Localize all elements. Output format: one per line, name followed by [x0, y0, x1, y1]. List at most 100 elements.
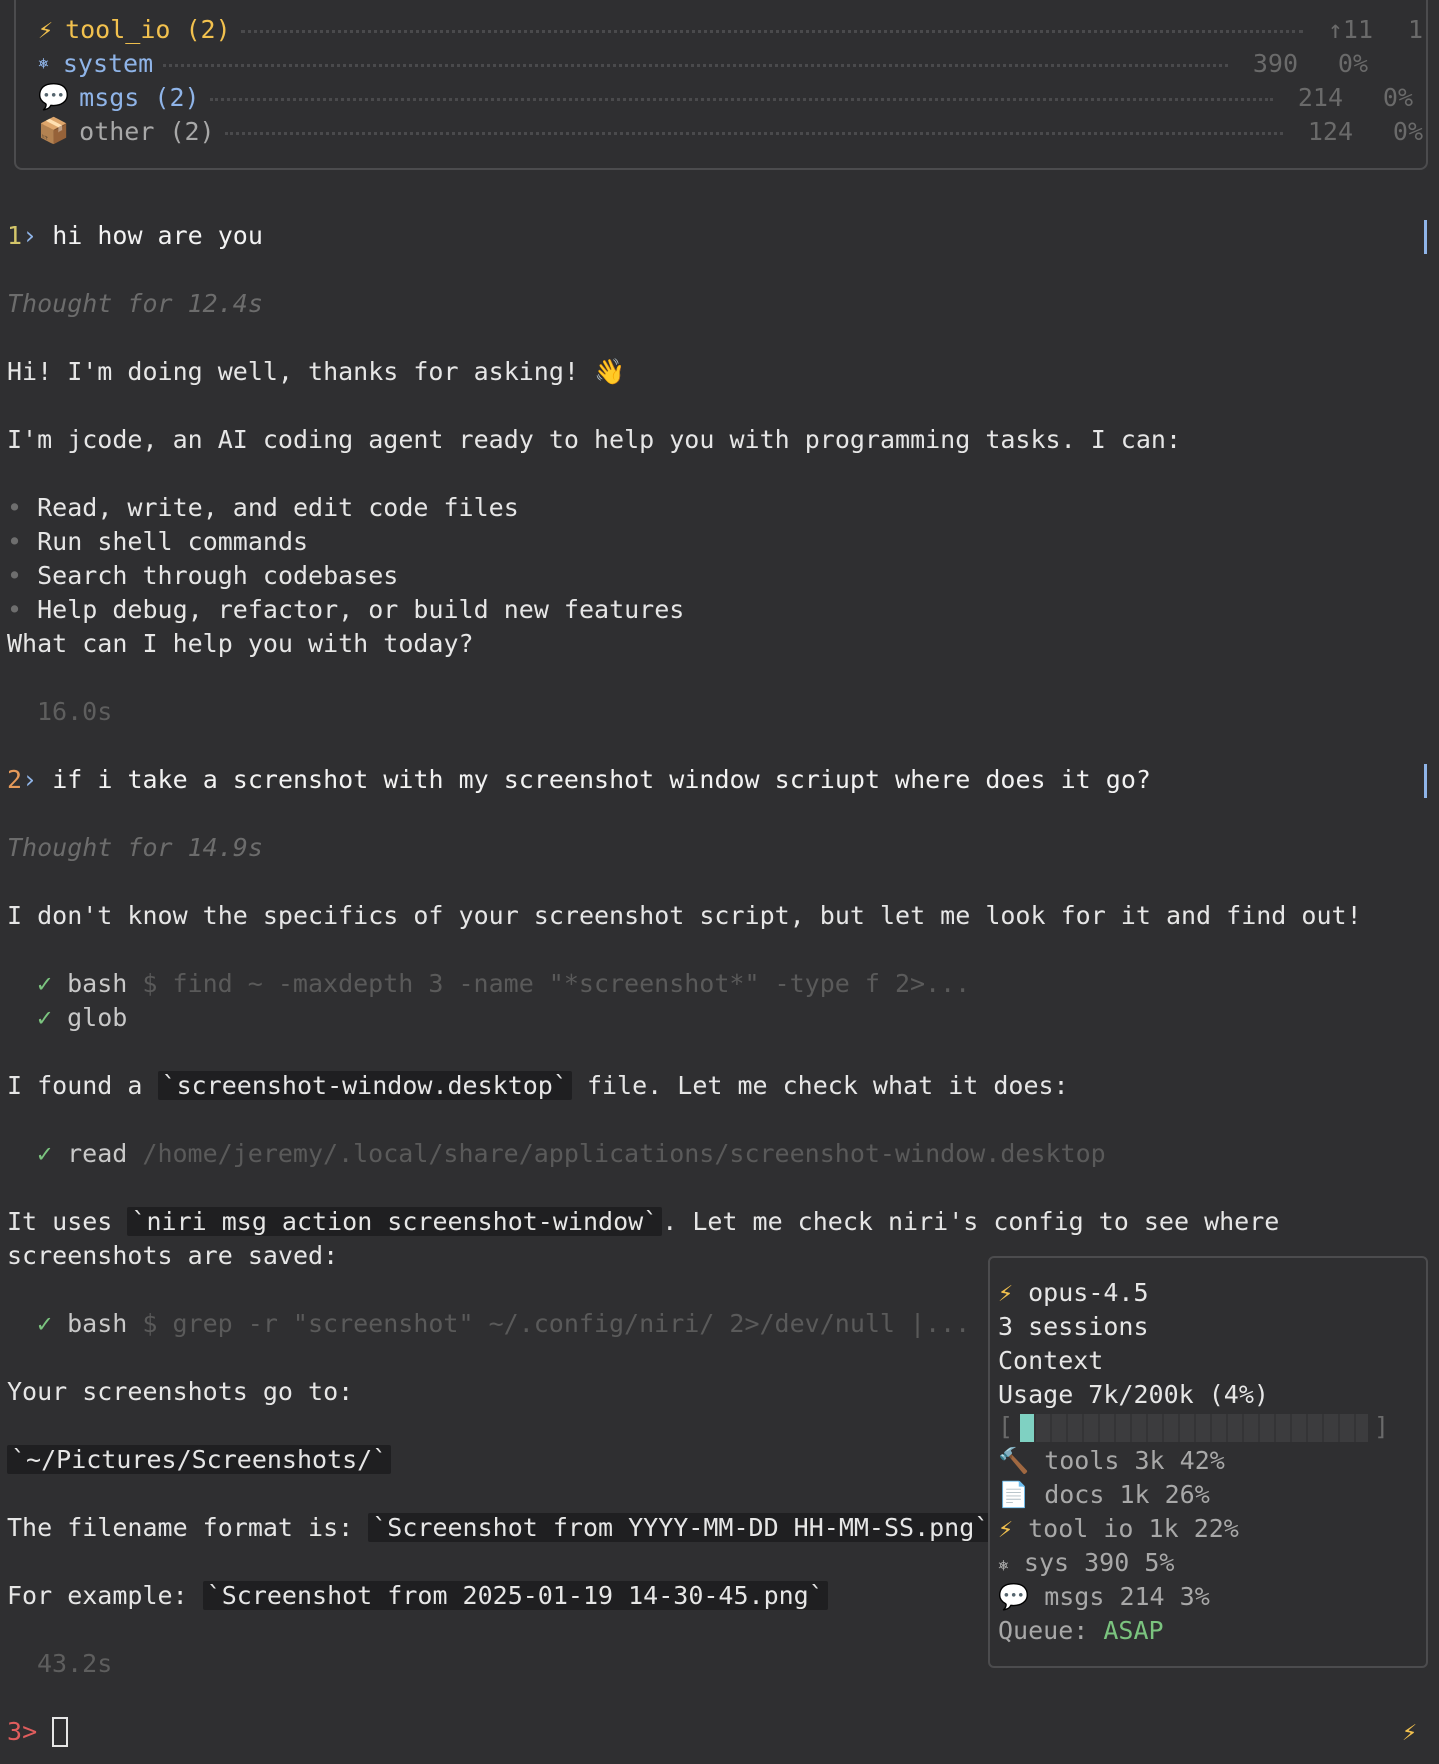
assistant-greeting: Hi! I'm doing well, thanks for asking! 👋 [7, 357, 626, 386]
dotted-leader [224, 131, 1283, 135]
turn-number: 2 [7, 765, 23, 794]
queue-value: ASAP [1103, 1616, 1164, 1645]
tool-call-bash[interactable]: ✓ bash $ find ~ -maxdepth 3 -name "*scre… [37, 967, 970, 1001]
text: For example: [7, 1581, 203, 1610]
text: file. Let me check what it does: [571, 1071, 1069, 1100]
list-item-text: Run shell commands [37, 527, 309, 556]
bullet-icon: • [7, 595, 23, 624]
assistant-reply: I don't know the specifics of your scree… [7, 901, 1362, 930]
model-name: ⚡ opus-4.5 [998, 1276, 1149, 1310]
list-item: • Help debug, refactor, or build new fea… [7, 593, 684, 627]
bar-close-bracket: ] [1374, 1412, 1390, 1441]
text: It uses [7, 1207, 128, 1236]
context-row-value: 214 [1297, 82, 1343, 112]
assistant-reply: For example: `Screenshot from 2025-01-19… [7, 1579, 828, 1613]
user-prompt-1: 1› hi how are you [7, 219, 263, 253]
package-icon: 📦 [38, 116, 70, 145]
tool-call-glob[interactable]: ✓ glob [37, 1001, 127, 1035]
breakdown-tools: 🔨 tools 3k 42% [998, 1444, 1225, 1478]
input-prompt[interactable]: 3> [7, 1715, 52, 1749]
context-row-percent: 0% [1337, 48, 1368, 78]
assistant-question: What can I help you with today? [7, 629, 474, 658]
list-item: • Search through codebases [7, 559, 398, 593]
context-row-value: ↑11 [1327, 14, 1373, 44]
text-cursor[interactable] [52, 1717, 68, 1747]
dotted-leader [240, 29, 1303, 33]
bar-fill [1020, 1414, 1034, 1442]
assistant-reply: I found a `screenshot-window.desktop` fi… [7, 1069, 1069, 1103]
queue-status: Queue: ASAP [998, 1614, 1164, 1648]
context-row-label: system [62, 48, 154, 78]
context-row-percent: 1 [1407, 14, 1423, 44]
bullet-icon: • [7, 493, 23, 522]
lightning-icon: ⚡ [998, 1514, 1014, 1543]
check-icon: ✓ [37, 1003, 53, 1032]
hammer-icon: 🔨 [998, 1446, 1030, 1475]
tool-call-bash[interactable]: ✓ bash $ grep -r "screenshot" ~/.config/… [37, 1307, 970, 1341]
context-row-label: msgs (2) [79, 82, 200, 112]
assistant-reply: Your screenshots go to: [7, 1377, 354, 1406]
breakdown-msgs: 💬 msgs 214 3% [998, 1580, 1210, 1614]
dotted-leader [209, 97, 1273, 101]
list-item: • Read, write, and edit code files [7, 491, 519, 525]
message-marker [1424, 764, 1427, 798]
context-row-msgs: 💬 msgs (2) 214 0% [38, 80, 1413, 114]
bullet-icon: • [7, 561, 23, 590]
lightning-icon: ⚡ [38, 14, 54, 44]
prompt-chevron-icon: › [22, 765, 38, 794]
list-item-text: Read, write, and edit code files [37, 493, 519, 522]
context-row-label: tool_io (2) [65, 14, 231, 44]
document-icon: 📄 [998, 1480, 1030, 1509]
tool-detail: $ find ~ -maxdepth 3 -name "*screenshot*… [142, 969, 971, 998]
breakdown-tool-io: ⚡ tool io 1k 22% [998, 1512, 1239, 1546]
context-row-other: 📦 other (2) 124 0% [38, 114, 1423, 148]
list-item-text: Search through codebases [37, 561, 399, 590]
prompt-chevron-icon: > [22, 1717, 38, 1746]
lightning-icon: ⚡ [998, 1278, 1014, 1307]
thought-duration: Thought for 12.4s [7, 289, 263, 318]
context-row-system: ⎈ system 390 0% [38, 46, 1368, 80]
context-row-label: other (2) [79, 116, 215, 146]
inline-code: `Screenshot from 2025-01-19 14-30-45.png… [202, 1581, 828, 1610]
response-duration: 43.2s [37, 1649, 113, 1678]
speech-bubble-icon: 💬 [38, 82, 70, 111]
tool-detail: $ grep -r "screenshot" ~/.config/niri/ 2… [142, 1309, 971, 1338]
breakdown-docs: 📄 docs 1k 26% [998, 1478, 1210, 1512]
assistant-reply: The filename format is: `Screenshot from… [7, 1511, 994, 1545]
prompt-chevron-icon: › [22, 221, 38, 250]
context-usage: Usage 7k/200k (4%) [998, 1380, 1269, 1409]
text: . Let me check niri's config to see wher… [662, 1207, 1280, 1236]
inline-code: `niri msg action screenshot-window` [127, 1207, 663, 1236]
system-gear-icon: ⎈ [998, 1555, 1009, 1576]
text: The filename format is: [7, 1513, 369, 1542]
model-label: opus-4.5 [1028, 1278, 1149, 1307]
queue-label: Queue: [998, 1616, 1104, 1645]
breakdown-label: tool io 1k 22% [1028, 1514, 1239, 1543]
check-icon: ✓ [37, 1139, 53, 1168]
user-message: if i take a screnshot with my screenshot… [52, 765, 1151, 794]
text: I found a [7, 1071, 158, 1100]
system-gear-icon: ⎈ [38, 52, 49, 74]
lightning-status-icon: ⚡ [1402, 1717, 1418, 1746]
context-usage-bar: [ ] [998, 1410, 1408, 1444]
tool-detail: /home/jeremy/.local/share/applications/s… [142, 1139, 1106, 1168]
assistant-reply-continued: screenshots are saved: [7, 1241, 339, 1270]
turn-number: 3 [7, 1717, 23, 1746]
breakdown-label: sys 390 5% [1023, 1548, 1175, 1577]
list-item-text: Help debug, refactor, or build new featu… [37, 595, 685, 624]
response-duration: 16.0s [37, 697, 113, 726]
assistant-intro: I'm jcode, an AI coding agent ready to h… [7, 425, 1181, 454]
session-info-panel: ⚡ opus-4.5 3 sessions Context Usage 7k/2… [988, 1256, 1428, 1668]
assistant-reply: `~/Pictures/Screenshots/` [7, 1443, 392, 1477]
message-marker [1424, 220, 1427, 254]
bar-track [1020, 1414, 1368, 1442]
check-icon: ✓ [37, 969, 53, 998]
bullet-icon: • [7, 527, 23, 556]
speech-bubble-icon: 💬 [998, 1582, 1030, 1611]
breakdown-label: docs 1k 26% [1044, 1480, 1210, 1509]
thought-duration: Thought for 14.9s [7, 833, 263, 862]
assistant-reply: It uses `niri msg action screenshot-wind… [7, 1205, 1279, 1239]
user-message: hi how are you [52, 221, 263, 250]
sessions-count: 3 sessions [998, 1312, 1149, 1341]
tool-call-read[interactable]: ✓ read /home/jeremy/.local/share/applica… [37, 1137, 1106, 1171]
